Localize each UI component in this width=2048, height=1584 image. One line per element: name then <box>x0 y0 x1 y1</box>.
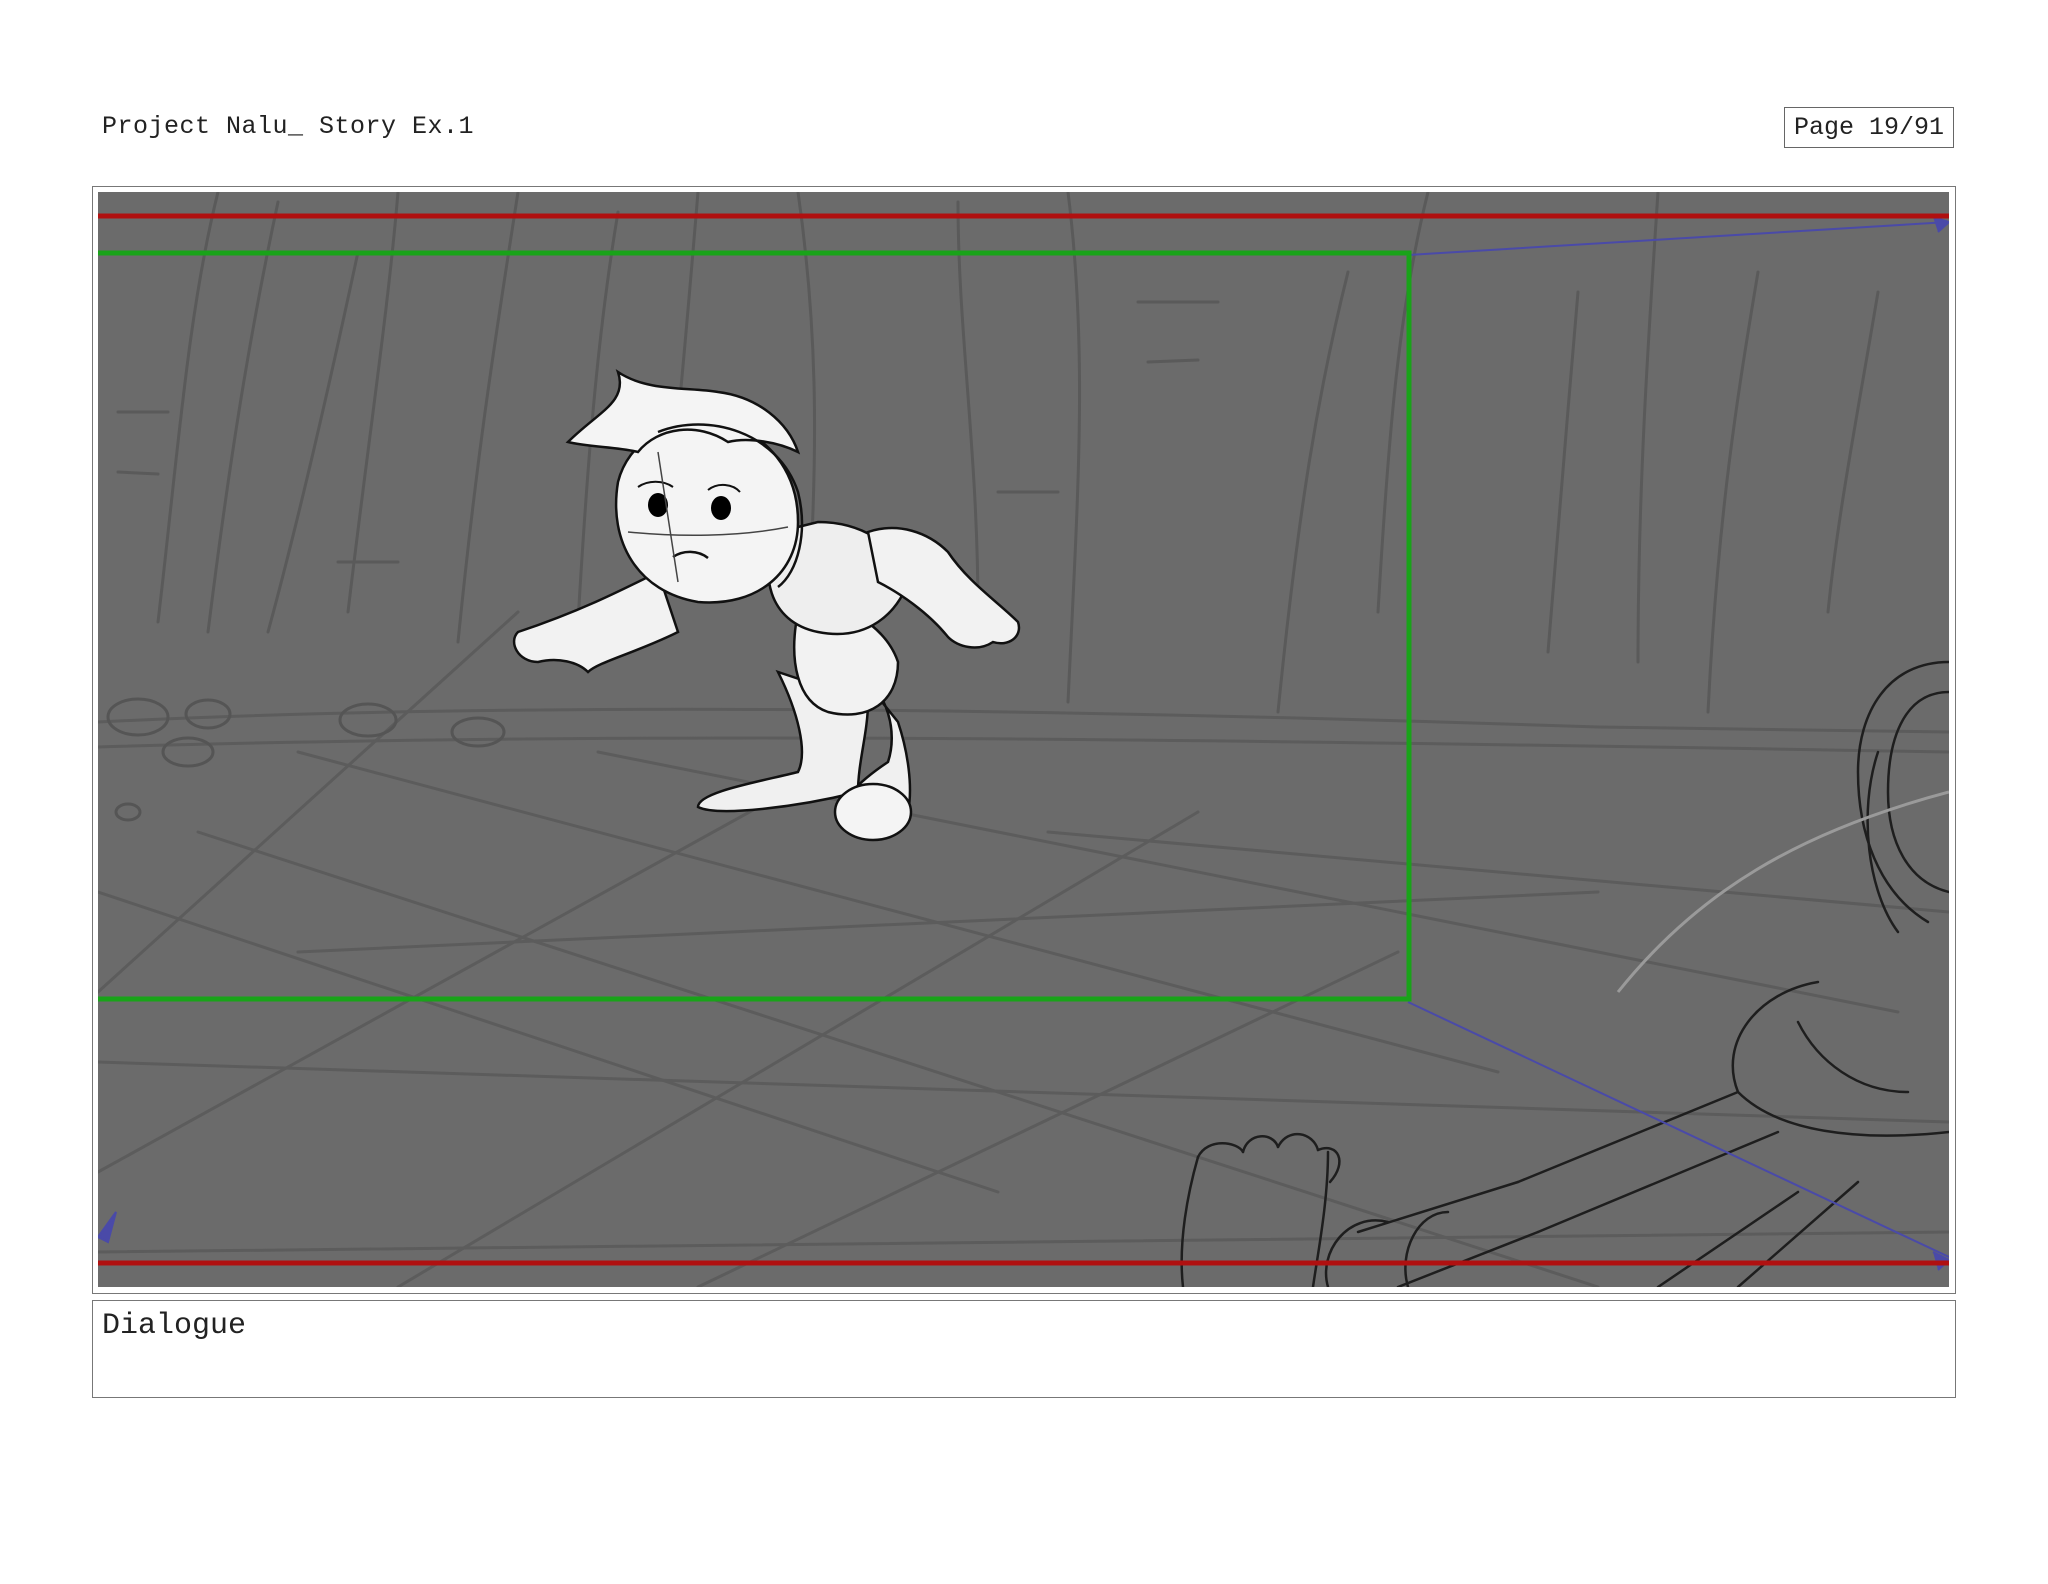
storyboard-panel <box>92 186 1956 1294</box>
page-indicator-text: Page 19/91 <box>1793 113 1945 142</box>
page-indicator: Page 19/91 <box>1784 107 1954 148</box>
panel-sketch-image <box>98 192 1949 1287</box>
panel-sketch-svg <box>98 192 1949 1287</box>
project-title: Project Nalu_ Story Ex.1 <box>102 112 475 141</box>
dialogue-label: Dialogue <box>102 1309 247 1343</box>
dialogue-box: Dialogue <box>92 1300 1956 1398</box>
